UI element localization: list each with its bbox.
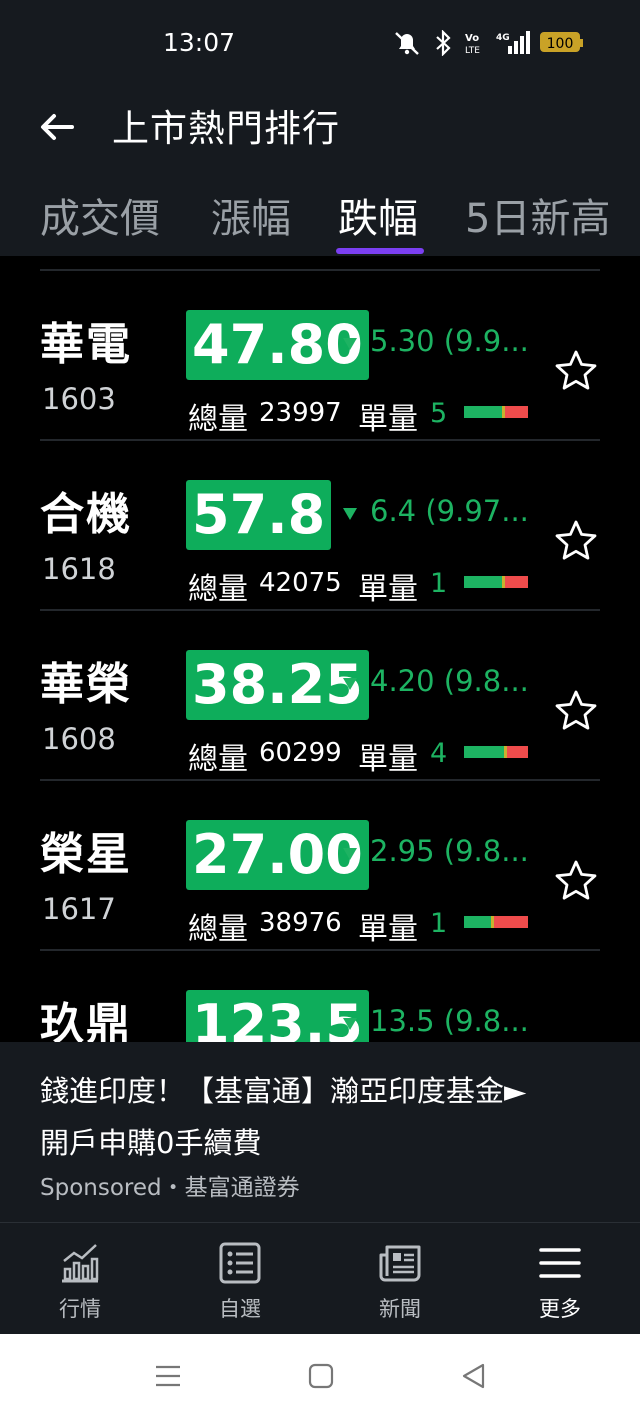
nav-more[interactable]: 更多: [500, 1223, 620, 1335]
tab-losers[interactable]: 跌幅: [338, 186, 418, 244]
buy-sell-ratio-bar: [464, 746, 528, 758]
back-triangle-icon[interactable]: [460, 1362, 488, 1390]
sponsored-ad[interactable]: 錢進印度！【基富通】瀚亞印度基金► 開戶申購0手續費 Sponsored・基富通…: [0, 1042, 640, 1222]
stock-row[interactable]: 榮星 1617 27.00 2.95 (9.8... 總量 38976 單量 1: [0, 780, 640, 950]
volte-icon: Vo LTE: [465, 33, 480, 56]
nav-news[interactable]: 新聞: [340, 1223, 460, 1335]
nav-watchlist[interactable]: 自選: [180, 1223, 300, 1335]
volume-label: 總量: [188, 912, 248, 947]
stock-row[interactable]: 華電 1603 47.80 5.30 (9.9... 總量 23997 單量 5: [0, 270, 640, 440]
stock-row[interactable]: 合機 1618 57.8 6.4 (9.97... 總量 42075 單量 1: [0, 440, 640, 610]
unit-volume-label: 單量: [358, 572, 418, 607]
nav-market[interactable]: 行情: [20, 1223, 140, 1335]
stock-name: 合機: [40, 489, 132, 540]
buy-sell-ratio-bar: [464, 916, 528, 928]
page-title: 上市熱門排行: [112, 107, 340, 150]
volume-label: 總量: [188, 402, 248, 437]
change-text: 2.95 (9.8...: [370, 834, 529, 868]
stock-name: 華電: [40, 319, 132, 370]
tab-gainers[interactable]: 漲幅: [211, 186, 291, 244]
price-badge: 38.25: [186, 650, 369, 720]
nav-more-label: 更多: [539, 1297, 581, 1321]
change-text: 6.4 (9.97...: [370, 494, 529, 528]
signal-4g-icon: 4G: [496, 31, 530, 54]
nav-news-label: 新聞: [379, 1297, 421, 1321]
ad-headline: 錢進印度！【基富通】瀚亞印度基金►: [40, 1074, 527, 1108]
svg-text:Vo: Vo: [465, 33, 479, 44]
unit-volume-value: 5: [430, 398, 448, 429]
stock-row[interactable]: 華榮 1608 38.25 4.20 (9.8... 總量 60299 單量 4: [0, 610, 640, 780]
volume-value: 60299: [259, 738, 342, 768]
star-icon[interactable]: [553, 858, 599, 904]
stock-code: 1618: [42, 552, 116, 586]
status-time: 13:07: [163, 28, 236, 57]
stock-list[interactable]: 華電 1603 47.80 5.30 (9.9... 總量 23997 單量 5…: [0, 256, 640, 1042]
stock-code: 1603: [42, 382, 116, 416]
mute-bell-icon: [395, 32, 419, 55]
volume-label: 總量: [188, 572, 248, 607]
change-arrow-icon: [343, 338, 357, 350]
price-badge: 27.00: [186, 820, 369, 890]
market-chart-icon: [62, 1244, 99, 1283]
volume-value: 42075: [259, 568, 342, 598]
price-badge: 123.5: [186, 990, 369, 1042]
volume-value: 38976: [259, 908, 342, 938]
change-arrow-icon: [343, 508, 357, 520]
active-tab-indicator: [336, 248, 424, 254]
watchlist-icon: [219, 1242, 261, 1284]
stock-name: 華榮: [40, 659, 132, 710]
star-icon[interactable]: [553, 348, 599, 394]
price-badge: 57.8: [186, 480, 332, 550]
unit-volume-label: 單量: [358, 402, 418, 437]
ranking-tabs: 成交價 漲幅 跌幅 5日新高: [0, 170, 640, 257]
stock-code: 1617: [42, 892, 116, 926]
recent-apps-icon[interactable]: [154, 1362, 182, 1390]
unit-volume-value: 1: [430, 568, 448, 599]
svg-text:LTE: LTE: [465, 46, 480, 56]
star-icon[interactable]: [553, 688, 599, 734]
buy-sell-ratio-bar: [464, 406, 528, 418]
news-icon: [379, 1245, 421, 1282]
status-icons: Vo LTE 4G: [392, 30, 530, 56]
unit-volume-label: 單量: [358, 912, 418, 947]
change-text: 13.5 (9.8...: [370, 1004, 529, 1038]
menu-icon: [539, 1248, 581, 1278]
app-header: 上市熱門排行: [0, 84, 640, 170]
stock-row[interactable]: 玖鼎 123.5 13.5 (9.8...: [0, 950, 640, 1042]
tab-5day-high[interactable]: 5日新高: [465, 186, 610, 244]
buy-sell-ratio-bar: [464, 576, 528, 588]
star-icon[interactable]: [553, 518, 599, 564]
volume-label: 總量: [188, 742, 248, 777]
stock-name: 榮星: [40, 829, 132, 880]
change-arrow-icon: [343, 848, 357, 860]
change-arrow-icon: [343, 1018, 357, 1030]
change-arrow-icon: [343, 678, 357, 690]
unit-volume-value: 1: [430, 908, 448, 939]
svg-text:4G: 4G: [496, 33, 510, 43]
bluetooth-icon: [436, 30, 451, 56]
bottom-nav: 行情 自選 新聞 更多: [0, 1222, 640, 1335]
home-icon[interactable]: [307, 1362, 335, 1390]
status-bar: 13:07 Vo LTE 4G 100: [0, 0, 640, 84]
ad-sponsor: Sponsored・基富通證券: [40, 1175, 300, 1201]
nav-market-label: 行情: [59, 1297, 101, 1321]
ad-subline: 開戶申購0手續費: [40, 1126, 262, 1160]
unit-volume-label: 單量: [358, 742, 418, 777]
volume-value: 23997: [259, 398, 342, 428]
nav-watchlist-label: 自選: [219, 1297, 261, 1321]
stock-name: 玖鼎: [40, 999, 132, 1042]
battery-indicator: 100: [540, 32, 583, 52]
price-badge: 47.80: [186, 310, 369, 380]
tab-trade-price[interactable]: 成交價: [40, 186, 160, 244]
system-nav-bar: [0, 1334, 640, 1422]
back-arrow-icon[interactable]: [32, 102, 82, 152]
unit-volume-value: 4: [430, 738, 448, 769]
change-text: 5.30 (9.9...: [370, 324, 529, 358]
stock-code: 1608: [42, 722, 116, 756]
change-text: 4.20 (9.8...: [370, 664, 529, 698]
